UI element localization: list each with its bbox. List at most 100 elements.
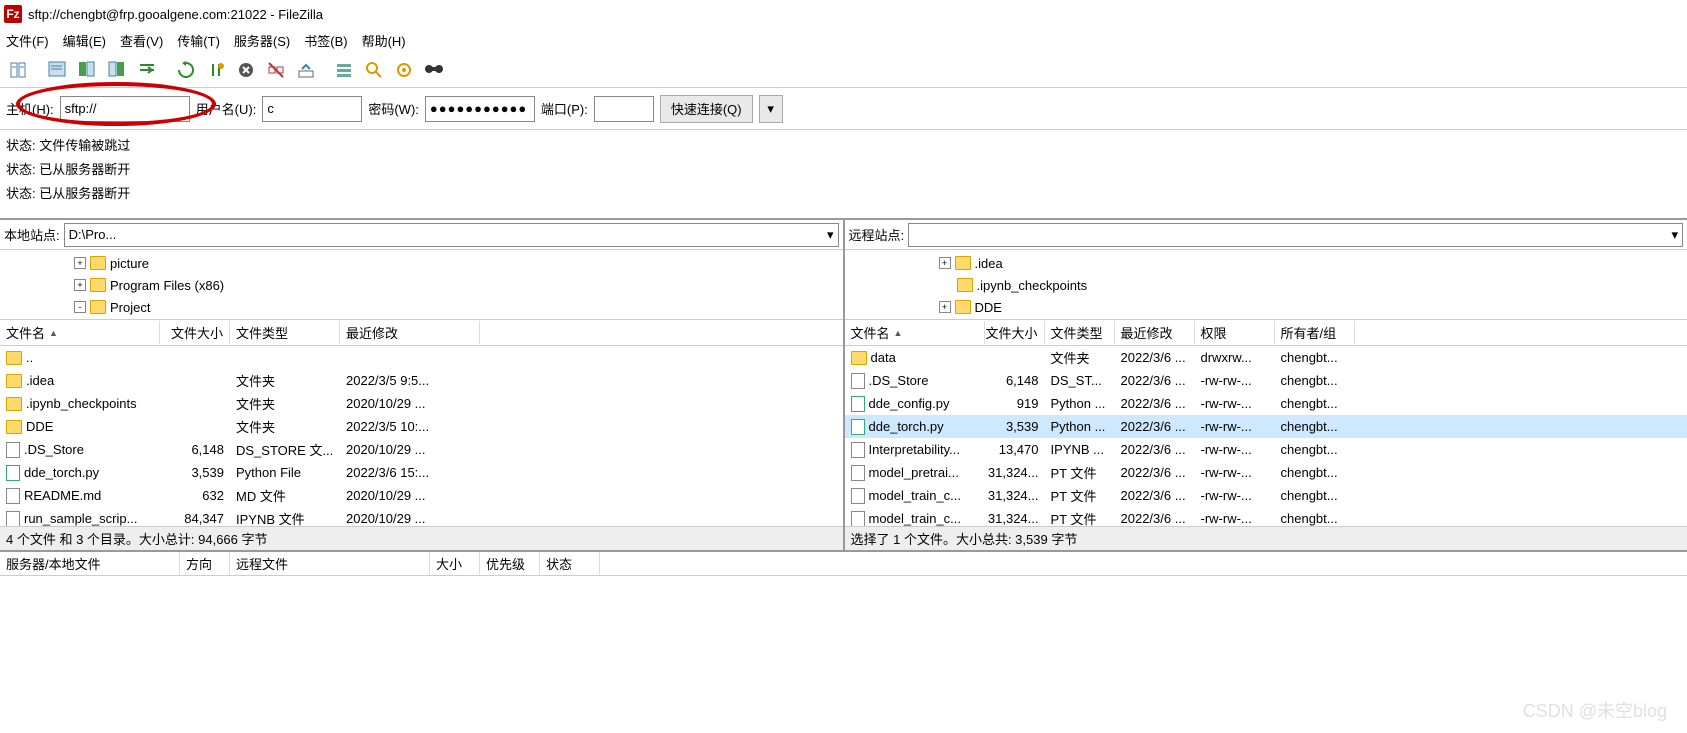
column-header[interactable]: 文件类型 — [230, 321, 340, 344]
local-list[interactable]: ...idea文件夹2022/3/5 9:5....ipynb_checkpoi… — [0, 346, 843, 526]
column-header[interactable]: 权限 — [1195, 321, 1275, 344]
folder-icon — [90, 278, 106, 292]
sync-browse-icon[interactable] — [390, 56, 418, 84]
list-row[interactable]: dde_torch.py3,539Python File2022/3/6 15:… — [0, 461, 843, 484]
list-row[interactable]: .ipynb_checkpoints文件夹2020/10/29 ... — [0, 392, 843, 415]
menu-item[interactable]: 书签(B) — [304, 31, 347, 50]
expand-icon[interactable]: + — [74, 279, 86, 291]
toggle-remote-icon[interactable] — [104, 56, 132, 84]
column-header[interactable]: 文件大小 — [985, 321, 1045, 344]
column-header[interactable]: 远程文件 — [230, 552, 430, 575]
tree-item[interactable]: +DDE — [849, 296, 1684, 318]
list-row[interactable]: .DS_Store6,148DS_STORE 文...2020/10/29 ..… — [0, 438, 843, 461]
column-header[interactable]: 文件名▲ — [0, 321, 160, 344]
list-row[interactable]: data文件夹2022/3/6 ...drwxrw...chengbt... — [845, 346, 1687, 369]
disconnect-icon[interactable] — [262, 56, 290, 84]
column-header[interactable]: 所有者/组 — [1275, 321, 1355, 344]
remote-list-header[interactable]: 文件名▲文件大小文件类型最近修改权限所有者/组 — [845, 320, 1687, 346]
collapse-icon[interactable]: - — [74, 301, 86, 313]
list-row[interactable]: run_sample_scrip...84,347IPYNB 文件2020/10… — [0, 507, 843, 526]
list-row[interactable]: Interpretability...13,470IPYNB ...2022/3… — [845, 438, 1687, 461]
list-row[interactable]: model_pretrai...31,324...PT 文件2022/3/6 .… — [845, 461, 1687, 484]
menu-item[interactable]: 编辑(E) — [63, 31, 106, 50]
menu-item[interactable]: 传输(T) — [177, 31, 220, 50]
column-header[interactable]: 方向 — [180, 552, 230, 575]
tree-item[interactable]: +Program Files (x86) — [4, 274, 839, 296]
tree-item[interactable]: -Project — [4, 296, 839, 318]
folder-icon — [955, 256, 971, 270]
menu-item[interactable]: 查看(V) — [120, 31, 163, 50]
remote-tree[interactable]: +.idea.ipynb_checkpoints+DDE — [845, 250, 1687, 320]
local-list-header[interactable]: 文件名▲文件大小文件类型最近修改 — [0, 320, 843, 346]
reconnect-icon[interactable] — [292, 56, 320, 84]
list-row[interactable]: DDE文件夹2022/3/5 10:... — [0, 415, 843, 438]
folder-icon — [851, 351, 867, 365]
user-input[interactable] — [262, 96, 362, 122]
column-header[interactable]: 文件大小 — [160, 321, 230, 344]
host-input[interactable] — [60, 96, 190, 122]
list-row[interactable]: README.md632MD 文件2020/10/29 ... — [0, 484, 843, 507]
compare-icon[interactable] — [360, 56, 388, 84]
tree-item[interactable]: .ipynb_checkpoints — [849, 274, 1684, 296]
pass-input[interactable] — [425, 96, 535, 122]
port-input[interactable] — [594, 96, 654, 122]
list-row[interactable]: model_train_c...31,324...PT 文件2022/3/6 .… — [845, 507, 1687, 526]
expand-icon[interactable]: + — [939, 301, 951, 313]
site-manager-icon[interactable] — [6, 56, 34, 84]
refresh-icon[interactable] — [172, 56, 200, 84]
filter-icon[interactable] — [330, 56, 358, 84]
column-header[interactable]: 最近修改 — [340, 321, 480, 344]
column-header[interactable]: 文件类型 — [1045, 321, 1115, 344]
column-header[interactable]: 服务器/本地文件 — [0, 552, 180, 575]
filezilla-icon: Fz — [4, 5, 22, 23]
menu-item[interactable]: 服务器(S) — [234, 31, 290, 50]
file-icon — [851, 488, 865, 504]
column-header[interactable]: 优先级 — [480, 552, 540, 575]
host-label: 主机(H): — [6, 99, 54, 118]
quick-connect-dropdown[interactable]: ▾ — [759, 95, 783, 123]
python-file-icon — [851, 396, 865, 412]
expand-icon[interactable]: + — [74, 257, 86, 269]
folder-icon — [955, 300, 971, 314]
port-label: 端口(P): — [541, 99, 588, 118]
file-icon — [851, 442, 865, 458]
local-path-select[interactable]: D:\Pro...▾ — [64, 223, 839, 247]
toggle-log-icon[interactable] — [44, 56, 72, 84]
remote-pane: 远程站点: ▾ +.idea.ipynb_checkpoints+DDE 文件名… — [845, 220, 1687, 550]
remote-path-select[interactable]: ▾ — [908, 223, 1683, 247]
menu-item[interactable]: 文件(F) — [6, 31, 49, 50]
queue-body[interactable] — [0, 576, 1687, 733]
file-icon — [6, 488, 20, 504]
remote-list[interactable]: data文件夹2022/3/6 ...drwxrw...chengbt....D… — [845, 346, 1687, 526]
list-row[interactable]: .DS_Store6,148DS_ST...2022/3/6 ...-rw-rw… — [845, 369, 1687, 392]
file-panes: 本地站点: D:\Pro...▾ +picture+Program Files … — [0, 220, 1687, 550]
column-header[interactable]: 大小 — [430, 552, 480, 575]
list-row[interactable]: dde_config.py919Python ...2022/3/6 ...-r… — [845, 392, 1687, 415]
list-row[interactable]: dde_torch.py3,539Python ...2022/3/6 ...-… — [845, 415, 1687, 438]
message-log[interactable]: 状态: 文件传输被跳过状态: 已从服务器断开状态: 已从服务器断开 — [0, 130, 1687, 220]
menu-bar[interactable]: 文件(F) 编辑(E) 查看(V) 传输(T) 服务器(S) 书签(B) 帮助(H) — [0, 28, 1687, 52]
toggle-queue-icon[interactable] — [134, 56, 162, 84]
process-queue-icon[interactable] — [202, 56, 230, 84]
expand-icon[interactable]: + — [939, 257, 951, 269]
list-row[interactable]: .idea文件夹2022/3/5 9:5... — [0, 369, 843, 392]
sort-asc-icon: ▲ — [49, 328, 58, 338]
cancel-icon[interactable] — [232, 56, 260, 84]
toggle-local-icon[interactable] — [74, 56, 102, 84]
python-file-icon — [851, 419, 865, 435]
file-icon — [6, 511, 20, 527]
list-row[interactable]: .. — [0, 346, 843, 369]
column-header[interactable]: 状态 — [540, 552, 600, 575]
folder-icon — [957, 278, 973, 292]
pass-label: 密码(W): — [368, 99, 419, 118]
queue-header[interactable]: 服务器/本地文件方向远程文件大小优先级状态 — [0, 550, 1687, 576]
local-tree[interactable]: +picture+Program Files (x86)-Project — [0, 250, 843, 320]
column-header[interactable]: 文件名▲ — [845, 321, 985, 344]
menu-item[interactable]: 帮助(H) — [362, 31, 406, 50]
column-header[interactable]: 最近修改 — [1115, 321, 1195, 344]
list-row[interactable]: model_train_c...31,324...PT 文件2022/3/6 .… — [845, 484, 1687, 507]
quick-connect-button[interactable]: 快速连接(Q) — [660, 95, 753, 123]
tree-item[interactable]: +.idea — [849, 252, 1684, 274]
search-icon[interactable] — [420, 56, 448, 84]
tree-item[interactable]: +picture — [4, 252, 839, 274]
